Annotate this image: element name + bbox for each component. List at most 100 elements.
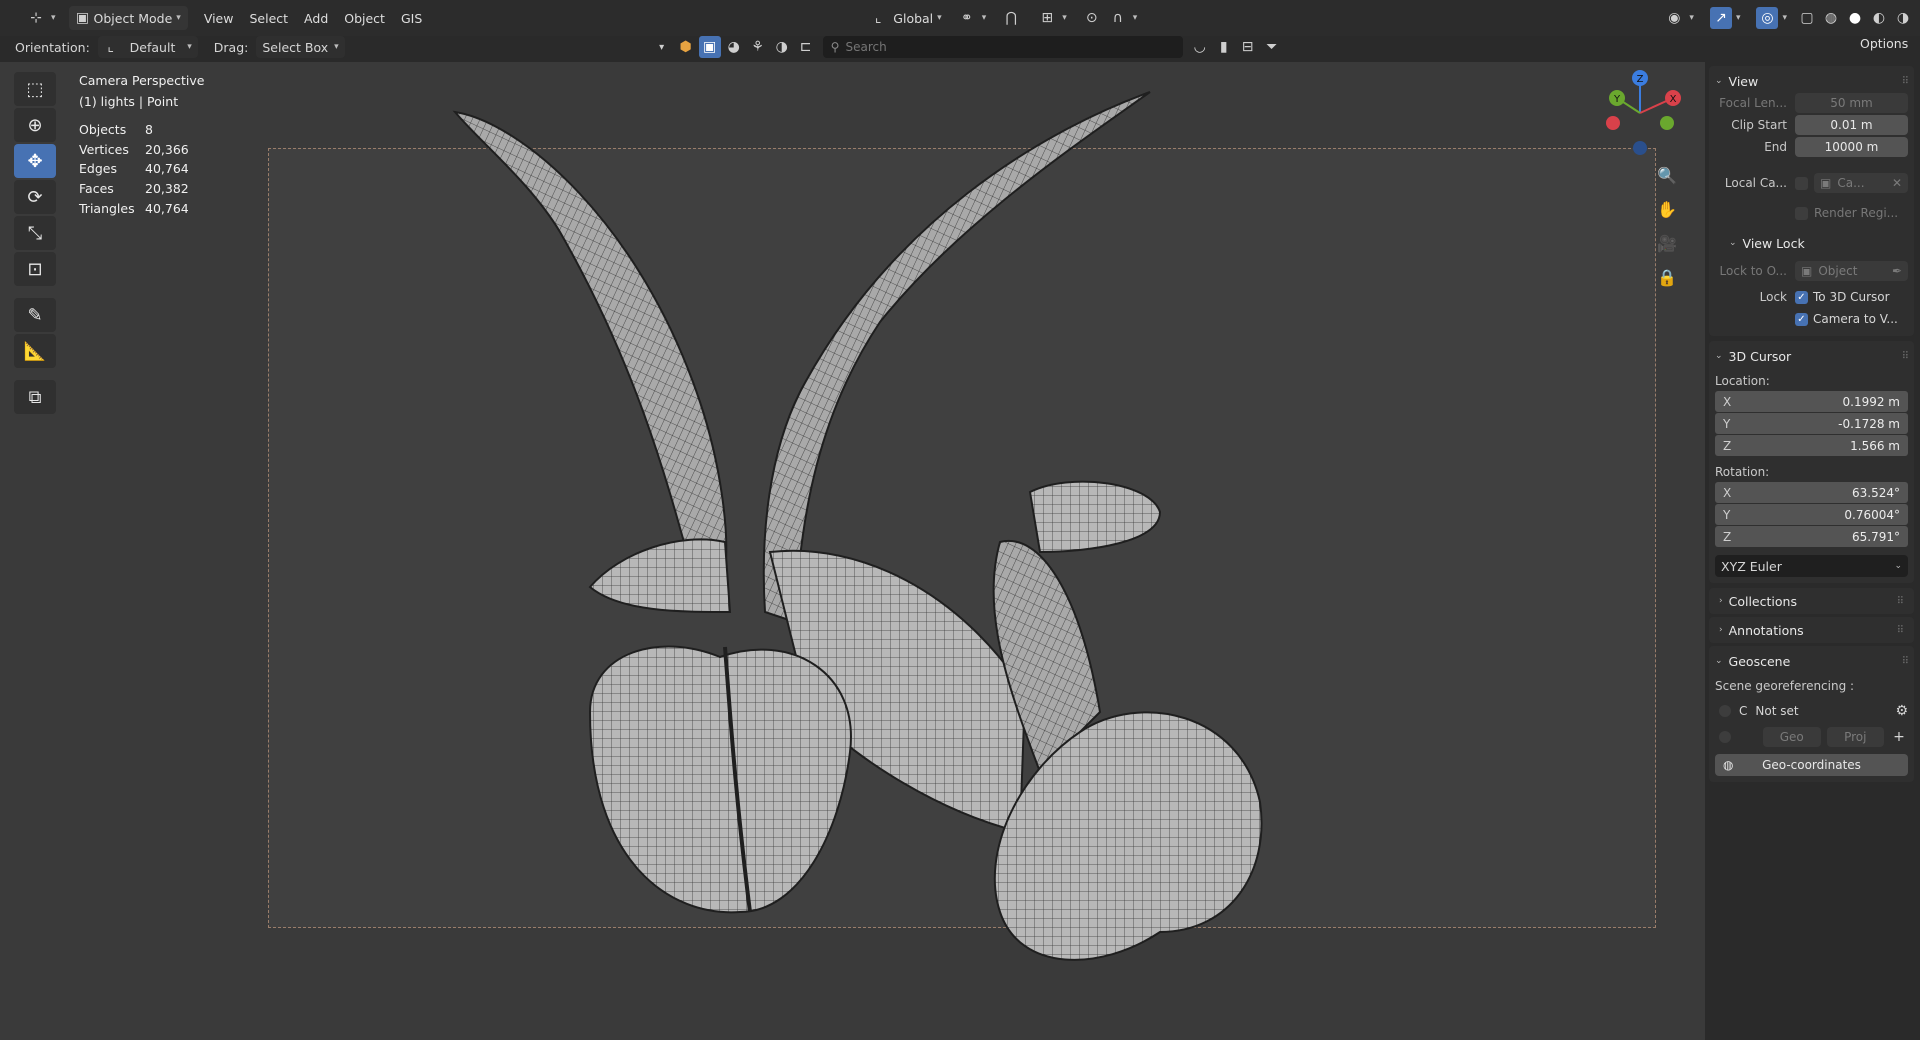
select-box-tool[interactable]: ⬚ bbox=[14, 72, 56, 106]
xray-toggle-icon[interactable]: ▢ bbox=[1796, 7, 1818, 29]
drag-label: Drag: bbox=[213, 39, 249, 55]
stat-row: Edges 40,764 bbox=[79, 159, 189, 179]
navigation-gizmo[interactable]: Z X Y bbox=[1595, 68, 1685, 158]
filter-world-icon[interactable]: ◑ bbox=[771, 36, 793, 58]
overlays-toggle[interactable]: ◎ ▾ bbox=[1749, 6, 1794, 30]
clip-start-label: Clip Start bbox=[1731, 118, 1787, 132]
menu-add[interactable]: Add bbox=[296, 6, 336, 30]
geo-coordinates-button[interactable]: ◍ Geo-coordinates bbox=[1715, 754, 1908, 776]
drag-grip-icon[interactable]: ⠿ bbox=[1902, 76, 1909, 87]
options-tab[interactable]: Options bbox=[1860, 36, 1908, 51]
3d-viewport[interactable]: Camera Perspective (1) lights | Point Ob… bbox=[0, 62, 1705, 1040]
mode-dropdown[interactable]: ▣ Object Mode ▾ bbox=[68, 6, 188, 30]
stat-label: Vertices bbox=[79, 141, 129, 157]
rotation-y-field[interactable]: Y 0.76004° bbox=[1715, 504, 1908, 525]
material-preview-icon[interactable]: ◐ bbox=[1868, 7, 1890, 29]
eyedropper-icon[interactable]: ✒ bbox=[1892, 264, 1908, 278]
annotations-section[interactable]: › Annotations ⠿ bbox=[1709, 617, 1914, 643]
cursor-tool[interactable]: ⊕ bbox=[14, 108, 56, 142]
chevron-down-icon[interactable]: ▾ bbox=[651, 36, 673, 58]
rotation-z-field[interactable]: Z 65.791° bbox=[1715, 526, 1908, 547]
chevron-down-icon: ⌄ bbox=[1715, 656, 1723, 666]
proj-button[interactable]: Proj bbox=[1826, 727, 1884, 747]
camera-to-view-checkbox[interactable]: ✓ bbox=[1795, 312, 1808, 326]
drag-dropdown[interactable]: Select Box ▾ bbox=[256, 36, 345, 58]
filter-scene-icon[interactable]: ⊏ bbox=[795, 36, 817, 58]
focal-length-field[interactable]: 50 mm bbox=[1795, 93, 1908, 113]
lock-to-object-field[interactable]: ▣ Object ✒ bbox=[1795, 261, 1908, 281]
plus-icon[interactable]: + bbox=[1890, 729, 1908, 745]
move-tool[interactable]: ✥ bbox=[14, 144, 56, 178]
visibility-toggle[interactable]: ◉ ▾ bbox=[1656, 6, 1701, 30]
drag-grip-icon[interactable]: ⠿ bbox=[1897, 596, 1904, 607]
gizmo-neg-x[interactable] bbox=[1606, 116, 1620, 130]
annotate-tool[interactable]: ✎ bbox=[14, 298, 56, 332]
search-input[interactable] bbox=[845, 40, 1146, 54]
drag-grip-icon[interactable]: ⠿ bbox=[1902, 351, 1909, 362]
local-camera-checkbox[interactable] bbox=[1795, 176, 1808, 190]
crs-radio[interactable] bbox=[1719, 705, 1731, 717]
measure-tool[interactable]: 📐 bbox=[14, 334, 56, 368]
scale-tool[interactable]: ⤡ bbox=[14, 216, 56, 250]
lock-icon[interactable]: 🔒 bbox=[1654, 264, 1680, 290]
rotation-x-field[interactable]: X 63.524° bbox=[1715, 482, 1908, 503]
search-field[interactable]: ⚲ bbox=[822, 36, 1183, 58]
pan-hand-icon[interactable]: ✋ bbox=[1654, 196, 1680, 222]
collections-title: Collections bbox=[1728, 593, 1797, 609]
snap-target-button[interactable]: ⊞ ▾ bbox=[1029, 6, 1074, 30]
geo-radio[interactable] bbox=[1719, 731, 1731, 743]
hide-icon[interactable]: ◡ bbox=[1189, 36, 1211, 58]
render-region-checkbox[interactable] bbox=[1795, 206, 1808, 220]
rotation-mode-dropdown[interactable]: XYZ Euler ⌄ bbox=[1715, 555, 1908, 577]
drag-grip-icon[interactable]: ⠿ bbox=[1897, 625, 1904, 636]
proportional-edit-toggle[interactable]: ⊙ ∩ ▾ bbox=[1074, 6, 1145, 30]
cursor-section-header[interactable]: ⌄ 3D Cursor ⠿ bbox=[1715, 345, 1909, 367]
add-cube-tool[interactable]: ⧉ bbox=[14, 380, 56, 414]
camera-view-icon[interactable]: 🎥 bbox=[1654, 230, 1680, 256]
editor-type-button[interactable]: ⊹ ▾ bbox=[18, 6, 63, 30]
zoom-icon[interactable]: 🔍 bbox=[1654, 162, 1680, 188]
rendered-shading-icon[interactable]: ◑ bbox=[1892, 7, 1914, 29]
clip-start-field[interactable]: 0.01 m bbox=[1795, 115, 1908, 135]
location-y-field[interactable]: Y -0.1728 m bbox=[1715, 413, 1908, 434]
geo-button[interactable]: Geo bbox=[1763, 727, 1821, 747]
pivot-point-button[interactable]: ⚭ ▾ bbox=[949, 6, 994, 30]
gizmo-neg-z[interactable] bbox=[1633, 141, 1647, 155]
location-label: Location: bbox=[1715, 374, 1770, 388]
scene-statistics: Objects 8 Vertices 20,366 Edges 40,764 Face… bbox=[79, 120, 189, 218]
snap-toggle[interactable]: ⋂ bbox=[993, 6, 1029, 30]
layout-icon[interactable]: ⊟ bbox=[1237, 36, 1259, 58]
gizmo-neg-y[interactable] bbox=[1660, 116, 1674, 130]
select-mode-icon[interactable]: ▣ bbox=[698, 36, 721, 58]
view-section-header[interactable]: ⌄ View ⠿ bbox=[1715, 70, 1909, 92]
bookmark-icon[interactable]: ▮ bbox=[1213, 36, 1235, 58]
wireframe-shading-icon[interactable]: ◍ bbox=[1820, 7, 1842, 29]
menu-gis[interactable]: GIS bbox=[393, 6, 430, 30]
funnel-icon[interactable]: ⏷ bbox=[1261, 36, 1283, 58]
gizmo-toggle[interactable]: ↗ ▾ bbox=[1703, 6, 1748, 30]
rotate-tool[interactable]: ⟳ bbox=[14, 180, 56, 214]
orientation-dropdown[interactable]: ⌞ Default ▾ bbox=[97, 36, 198, 58]
clear-x-icon[interactable]: ✕ bbox=[1892, 176, 1908, 190]
menu-view[interactable]: View bbox=[196, 6, 242, 30]
collections-section[interactable]: › Collections ⠿ bbox=[1709, 588, 1914, 614]
3d-model-mesh[interactable] bbox=[440, 72, 1340, 992]
gear-icon[interactable]: ⚙ bbox=[1895, 703, 1908, 719]
geoscene-section-header[interactable]: ⌄ Geoscene ⠿ bbox=[1715, 650, 1909, 672]
object-filter-icon[interactable]: ⬢ bbox=[675, 36, 697, 58]
menu-object[interactable]: Object bbox=[336, 6, 393, 30]
drag-grip-icon[interactable]: ⠿ bbox=[1902, 656, 1909, 667]
location-z-field[interactable]: Z 1.566 m bbox=[1715, 435, 1908, 456]
transform-orientation-dropdown[interactable]: ⌞ Global ▾ bbox=[860, 6, 948, 30]
solid-shading-icon[interactable]: ● bbox=[1844, 7, 1866, 29]
camera-object-icon: ▣ bbox=[1820, 176, 1832, 190]
clip-end-field[interactable]: 10000 m bbox=[1795, 137, 1908, 157]
filter-material-icon[interactable]: ⚘ bbox=[747, 36, 769, 58]
transform-tool[interactable]: ⊡ bbox=[14, 252, 56, 286]
view-lock-header[interactable]: ⌄ View Lock bbox=[1715, 232, 1908, 254]
menu-select[interactable]: Select bbox=[241, 6, 296, 30]
local-camera-field[interactable]: ▣ Ca... ✕ bbox=[1814, 173, 1908, 193]
location-x-field[interactable]: X 0.1992 m bbox=[1715, 391, 1908, 412]
filter-mesh-icon[interactable]: ◕ bbox=[723, 36, 745, 58]
lock-to-cursor-checkbox[interactable]: ✓ bbox=[1795, 290, 1808, 304]
